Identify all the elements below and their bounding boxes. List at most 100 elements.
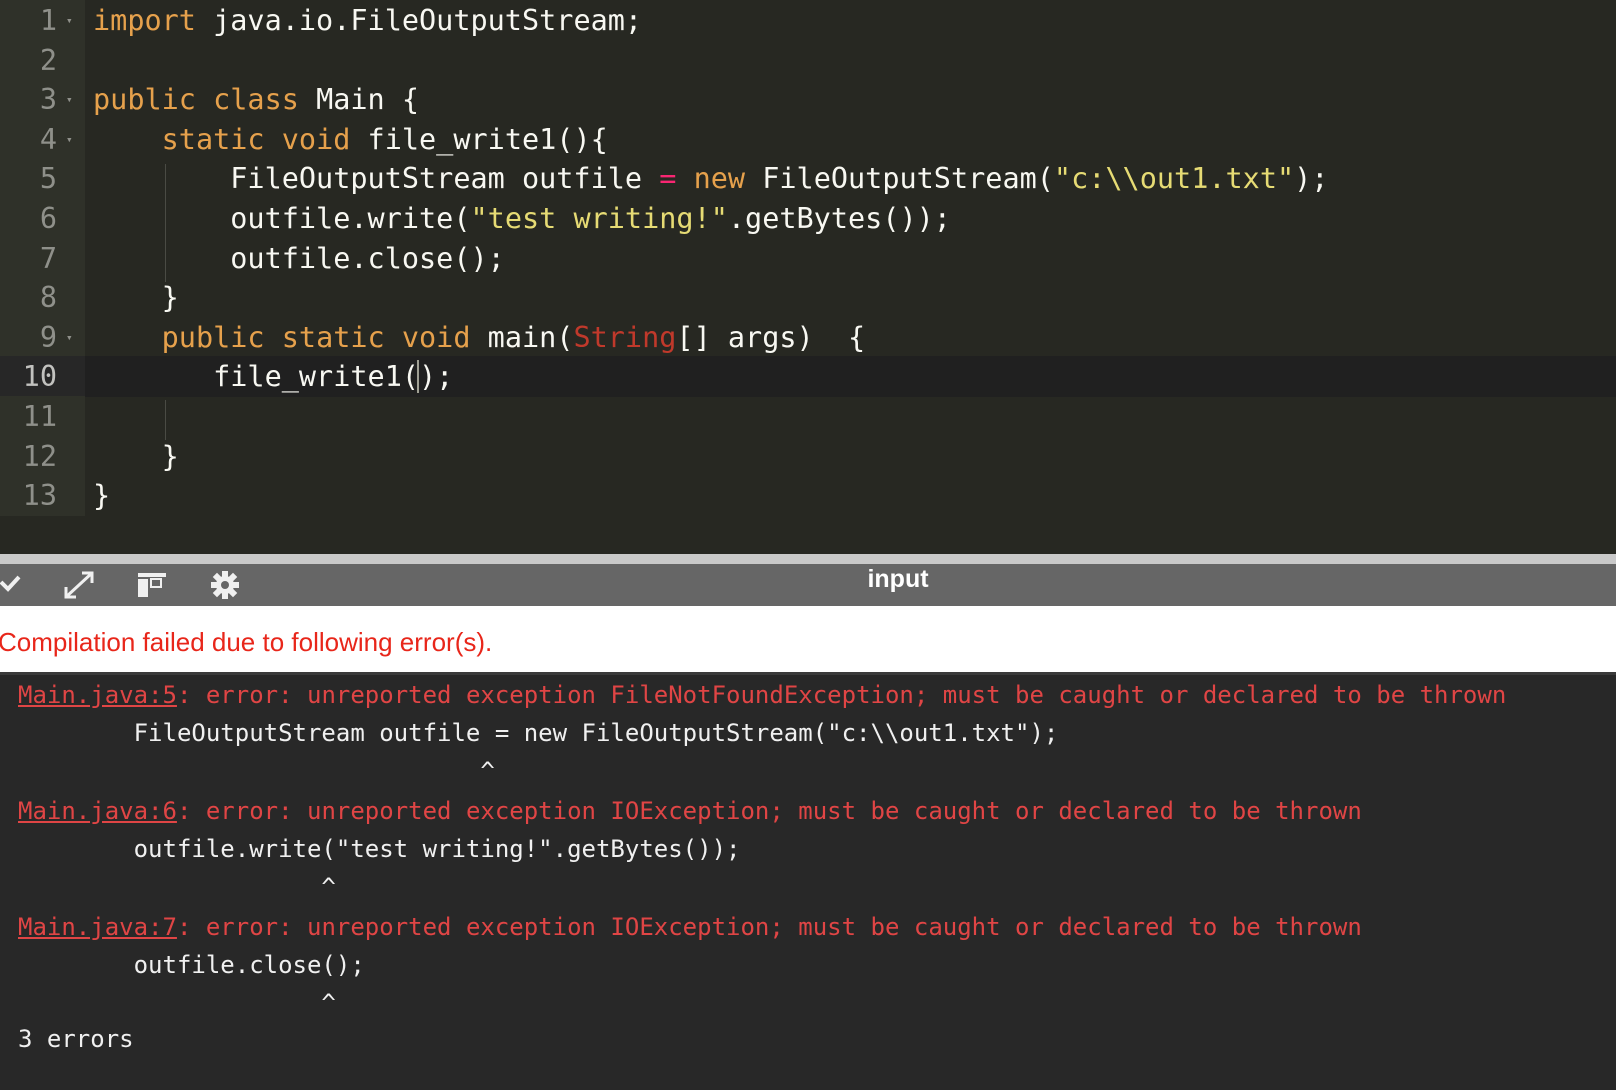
code-text: import java.io.FileOutputStream; [93, 0, 642, 41]
panel-resize-handle[interactable] [0, 554, 1616, 564]
code-token: Main { [298, 83, 420, 117]
error-location-link[interactable]: Main.java:5 [18, 681, 177, 709]
error-source-line: outfile.close(); [18, 951, 365, 979]
code-text: FileOutputStream outfile = new FileOutpu… [93, 158, 1328, 199]
error-message: : error: unreported exception FileNotFou… [176, 681, 1507, 709]
code-token: = [659, 162, 677, 196]
line-gutter[interactable]: 4 ▾ [0, 118, 85, 160]
code-token: } [93, 479, 111, 513]
code-text: static void file_write1(){ [93, 119, 608, 160]
line-number: 13 [22, 479, 57, 513]
code-text: } [93, 277, 179, 318]
fold-arrow-icon[interactable]: ▾ [66, 0, 73, 41]
code-token: } [93, 281, 179, 315]
code-text: } [93, 436, 179, 477]
line-gutter[interactable]: 9 ▾ [0, 316, 85, 358]
code-token: file_write1(); [93, 360, 454, 394]
error-caret: ^ [18, 757, 495, 785]
code-token: file_write1(){ [350, 122, 608, 156]
code-line[interactable]: 2 [0, 39, 1616, 81]
line-gutter[interactable]: 6 [0, 198, 85, 239]
code-line[interactable]: 12 } [0, 435, 1616, 477]
code-text: outfile.write("test writing!".getBytes()… [93, 198, 951, 239]
code-token: "test writing!" [470, 202, 728, 235]
error-caret: ^ [18, 989, 336, 1017]
output-toolbar: input [0, 564, 1616, 606]
line-number: 4 [39, 122, 57, 156]
code-token: ); [1294, 162, 1329, 196]
code-token: [] args) { [676, 320, 866, 354]
line-gutter[interactable]: 3 ▾ [0, 79, 85, 121]
error-location-link[interactable]: Main.java:6 [18, 797, 177, 825]
error-source-line: outfile.write("test writing!".getBytes()… [18, 835, 741, 863]
fold-arrow-icon[interactable]: ▾ [66, 119, 73, 160]
line-number: 7 [39, 241, 57, 275]
line-gutter[interactable]: 11 [0, 396, 85, 437]
line-number: 12 [22, 439, 57, 473]
code-line[interactable]: 4 ▾ static void file_write1(){ [0, 118, 1616, 160]
status-message: Compilation failed due to following erro… [0, 627, 493, 657]
line-number: 11 [22, 400, 57, 433]
code-token: public static void [161, 320, 471, 354]
code-line[interactable]: 13} [0, 475, 1616, 517]
code-token: String [573, 320, 677, 354]
code-line[interactable]: 1 ▾ import java.io.FileOutputStream; [0, 0, 1616, 41]
code-token: "c:\\out1.txt" [1053, 162, 1295, 196]
line-number: 6 [39, 202, 57, 235]
code-text: public static void main(String[] args) { [93, 317, 866, 358]
line-number: 1 [39, 4, 57, 37]
code-editor[interactable]: 1 ▾ import java.io.FileOutputStream; 2 3 ▾ pub… [0, 0, 1616, 554]
code-text: outfile.close(); [93, 238, 505, 279]
code-token: outfile.write( [93, 202, 471, 235]
code-line[interactable]: 6 outfile.write("test writing!".getBytes… [0, 198, 1616, 239]
line-number: 3 [39, 83, 57, 117]
error-caret: ^ [18, 873, 336, 901]
code-line[interactable]: 3 ▾ public class Main { [0, 79, 1616, 121]
line-gutter[interactable]: 5 [0, 158, 85, 200]
fold-arrow-icon[interactable]: ▾ [66, 79, 73, 120]
code-token: java.io.FileOutputStream; [195, 4, 643, 37]
line-number: 9 [39, 320, 57, 354]
line-number: 5 [39, 162, 57, 196]
output-console[interactable]: Main.java:5: error: unreported exception… [0, 672, 1616, 1090]
code-line[interactable]: 9 ▾ public static void main(String[] args… [0, 316, 1616, 358]
error-location-link[interactable]: Main.java:7 [18, 913, 177, 941]
error-line: Main.java:7: error: unreported exception… [18, 911, 1362, 943]
code-line[interactable]: 5 FileOutputStream outfile = new FileOut… [0, 158, 1616, 200]
code-token: import [93, 4, 196, 37]
fold-arrow-icon[interactable]: ▾ [66, 317, 73, 358]
line-gutter[interactable]: 13 [0, 475, 85, 517]
code-token: .getBytes()); [727, 202, 951, 235]
line-number: 10 [22, 360, 57, 394]
code-token: FileOutputStream( [745, 162, 1054, 196]
error-count: 3 errors [18, 1025, 134, 1053]
line-gutter[interactable]: 1 ▾ [0, 0, 85, 41]
line-gutter[interactable]: 10 [0, 356, 85, 398]
code-token: } [93, 439, 179, 473]
error-message: : error: unreported exception IOExceptio… [176, 797, 1362, 825]
code-line[interactable]: 8 } [0, 277, 1616, 319]
compilation-status: Compilation failed due to following erro… [0, 606, 1616, 672]
code-text: file_write1(); [93, 356, 453, 397]
code-line[interactable]: 10 file_write1(); [0, 356, 1616, 398]
error-line: Main.java:6: error: unreported exception… [18, 795, 1362, 827]
line-gutter[interactable]: 7 [0, 237, 85, 279]
code-token: FileOutputStream outfile [93, 162, 660, 196]
line-number: 2 [39, 43, 57, 77]
line-gutter[interactable]: 12 [0, 435, 85, 477]
code-token: outfile.close(); [93, 241, 505, 275]
code-token: main( [470, 320, 574, 354]
code-token: static void [161, 122, 351, 156]
code-text: public class Main { [93, 79, 419, 120]
error-line: Main.java:5: error: unreported exception… [18, 679, 1506, 711]
code-line[interactable]: 11 [0, 396, 1616, 437]
error-message: : error: unreported exception IOExceptio… [176, 913, 1362, 941]
code-line[interactable]: 7 outfile.close(); [0, 237, 1616, 279]
error-source-line: FileOutputStream outfile = new FileOutpu… [18, 719, 1059, 747]
code-token: public class [93, 83, 299, 117]
line-gutter[interactable]: 2 [0, 39, 85, 81]
line-gutter[interactable]: 8 [0, 277, 85, 319]
